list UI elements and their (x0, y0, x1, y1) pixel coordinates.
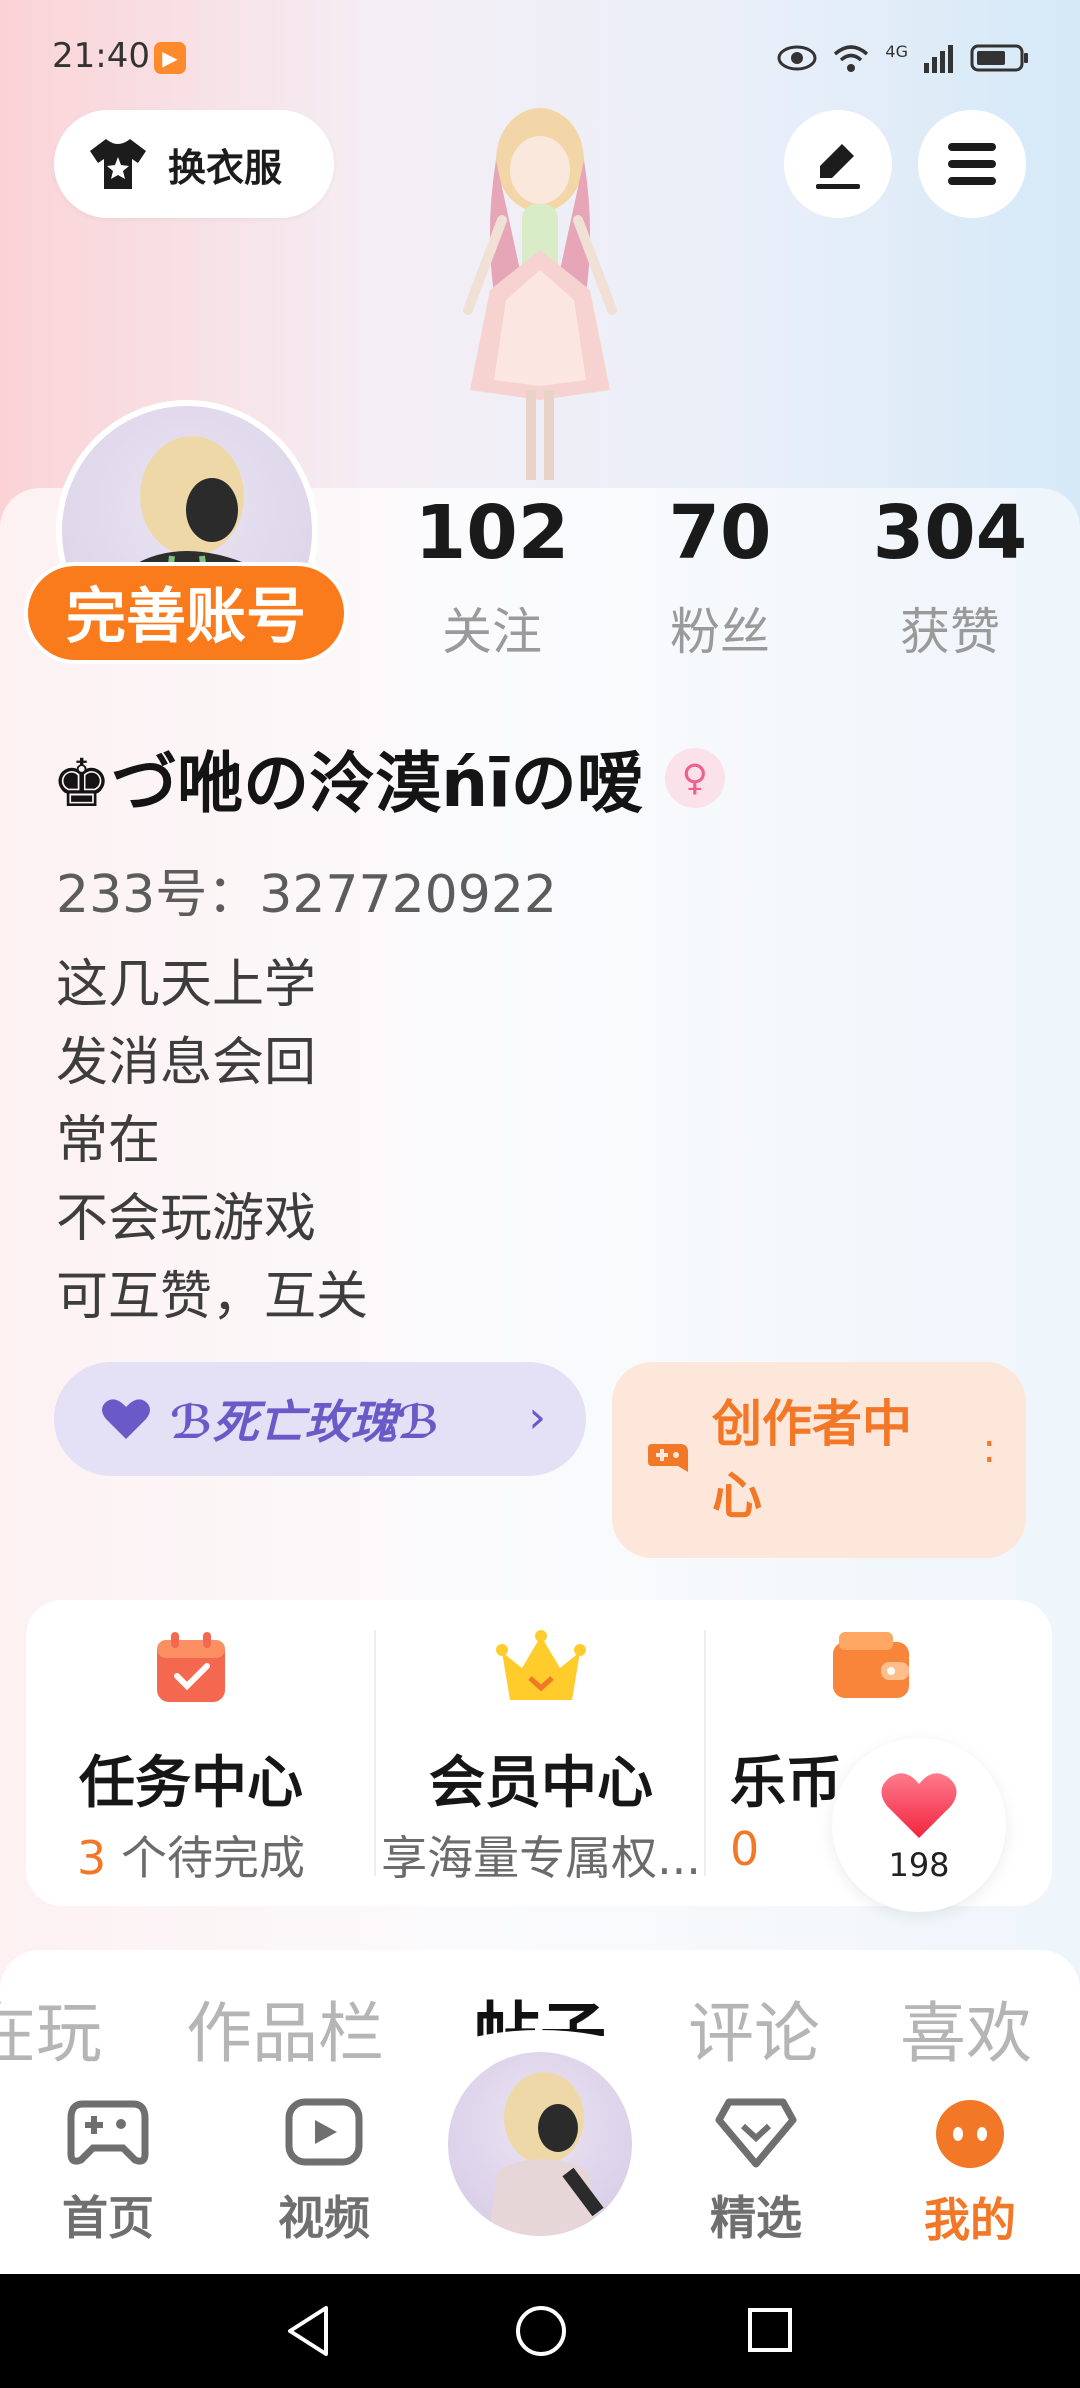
pending-text: 个待完成 (106, 1831, 305, 1885)
task-center-card[interactable]: 任务中心 3 个待完成 (26, 1600, 356, 1906)
gamepad-icon (67, 2100, 149, 2165)
group-label: ℬ死亡玫瑰ℬ (170, 1395, 440, 1449)
avatar-image (488, 2072, 604, 2236)
calendar-check-icon (157, 1632, 225, 1702)
coin-count: 0 (730, 1822, 760, 1876)
nav-home[interactable]: 首页 (28, 2098, 188, 2248)
home-icon[interactable] (514, 2304, 568, 2358)
stat-value: 102 (414, 490, 570, 576)
wifi-icon (834, 45, 869, 72)
heart-icon (881, 1773, 957, 1838)
bio-line: 常在 (56, 1111, 161, 1171)
tab-works[interactable]: 作品栏 (186, 1980, 384, 2076)
stat-label: 粉丝 (670, 603, 770, 661)
tab-playing[interactable]: 在玩 (0, 1980, 102, 2076)
username: ♚づ咃の泠漠ńīの嗳 (52, 745, 643, 822)
vip-center-card[interactable]: 会员中心 享海量专属权... (376, 1600, 706, 1906)
stat-label: 获赞 (900, 603, 1000, 661)
like-bubble[interactable]: 198 (832, 1738, 1006, 1912)
stat-fans[interactable]: 70 粉丝 (620, 488, 820, 664)
pending-count: 3 (77, 1831, 107, 1885)
bio: 这几天上学 发消息会回 常在 不会玩游戏 可互赞，互关 (56, 946, 368, 1336)
more-icon: : (982, 1426, 996, 1472)
creator-center-label: 创作者中心 (712, 1395, 912, 1525)
creator-center-button[interactable]: 创作者中心 : (612, 1362, 1026, 1558)
avatar-character-model[interactable] (410, 100, 670, 500)
change-outfit-button[interactable]: 换衣服 (54, 110, 334, 218)
stat-value: 70 (668, 490, 772, 576)
female-icon: ♀ (664, 748, 725, 808)
stat-likes[interactable]: 304 获赞 (850, 488, 1050, 664)
gamepad-icon (648, 1444, 688, 1472)
tab-likes[interactable]: 喜欢 (900, 1980, 1032, 2076)
battery-icon (970, 44, 1028, 72)
heart-icon (102, 1399, 150, 1439)
system-navigation-bar (0, 2274, 1080, 2388)
group-chip[interactable]: ℬ死亡玫瑰ℬ › (54, 1362, 586, 1476)
stat-label: 关注 (442, 603, 542, 661)
video-icon (285, 2098, 363, 2166)
app-notification-icon: ▶ (154, 42, 186, 74)
nav-avatar[interactable] (444, 2048, 636, 2240)
bio-line: 可互赞，互关 (56, 1267, 369, 1327)
diamond-heart-icon (715, 2098, 797, 2168)
nav-label: 首页 (62, 2191, 154, 2245)
menu-button[interactable] (918, 110, 1026, 218)
status-icons: 4G (777, 40, 1030, 76)
chevron-right-icon: › (528, 1392, 546, 1443)
feature-subtitle: 3 个待完成 (26, 1822, 356, 1888)
signal-icon (924, 45, 953, 73)
bio-line: 这几天上学 (56, 955, 317, 1015)
tshirt-icon (90, 139, 146, 189)
username-row: ♚づ咃の泠漠ńīの嗳 ♀ (52, 730, 725, 826)
feature-title: 会员中心 (429, 1751, 653, 1816)
network-type: 4G (885, 41, 908, 61)
feature-title: 任务中心 (79, 1751, 303, 1816)
recents-icon[interactable] (746, 2306, 794, 2354)
user-id[interactable]: 233号：327720922 (56, 852, 557, 927)
nav-label: 视频 (278, 2191, 370, 2245)
nav-label: 我的 (924, 2193, 1016, 2247)
wallet-icon (833, 1632, 909, 1698)
nav-label: 精选 (710, 2191, 802, 2245)
back-icon[interactable] (284, 2304, 334, 2358)
menu-icon (948, 143, 996, 185)
bio-line: 发消息会回 (56, 1033, 317, 1093)
change-outfit-label: 换衣服 (168, 145, 283, 190)
tab-comments[interactable]: 评论 (688, 1980, 820, 2076)
stat-value: 304 (872, 490, 1028, 576)
eye-icon (777, 45, 817, 71)
status-time: 21:40 (52, 36, 150, 76)
feature-subtitle: 享海量专属权... (381, 1831, 701, 1885)
nav-video[interactable]: 视频 (244, 2098, 404, 2248)
edit-icon (816, 144, 860, 189)
stat-following[interactable]: 102 关注 (392, 488, 592, 664)
crown-icon (496, 1630, 586, 1700)
like-count: 198 (888, 1846, 950, 1884)
nav-featured[interactable]: 精选 (676, 2098, 836, 2248)
bio-line: 不会玩游戏 (56, 1189, 317, 1249)
edit-profile-button[interactable] (784, 110, 892, 218)
face-icon (936, 2100, 1004, 2168)
nav-mine[interactable]: 我的 (890, 2098, 1050, 2250)
complete-account-button[interactable]: 完善账号 (24, 562, 348, 664)
